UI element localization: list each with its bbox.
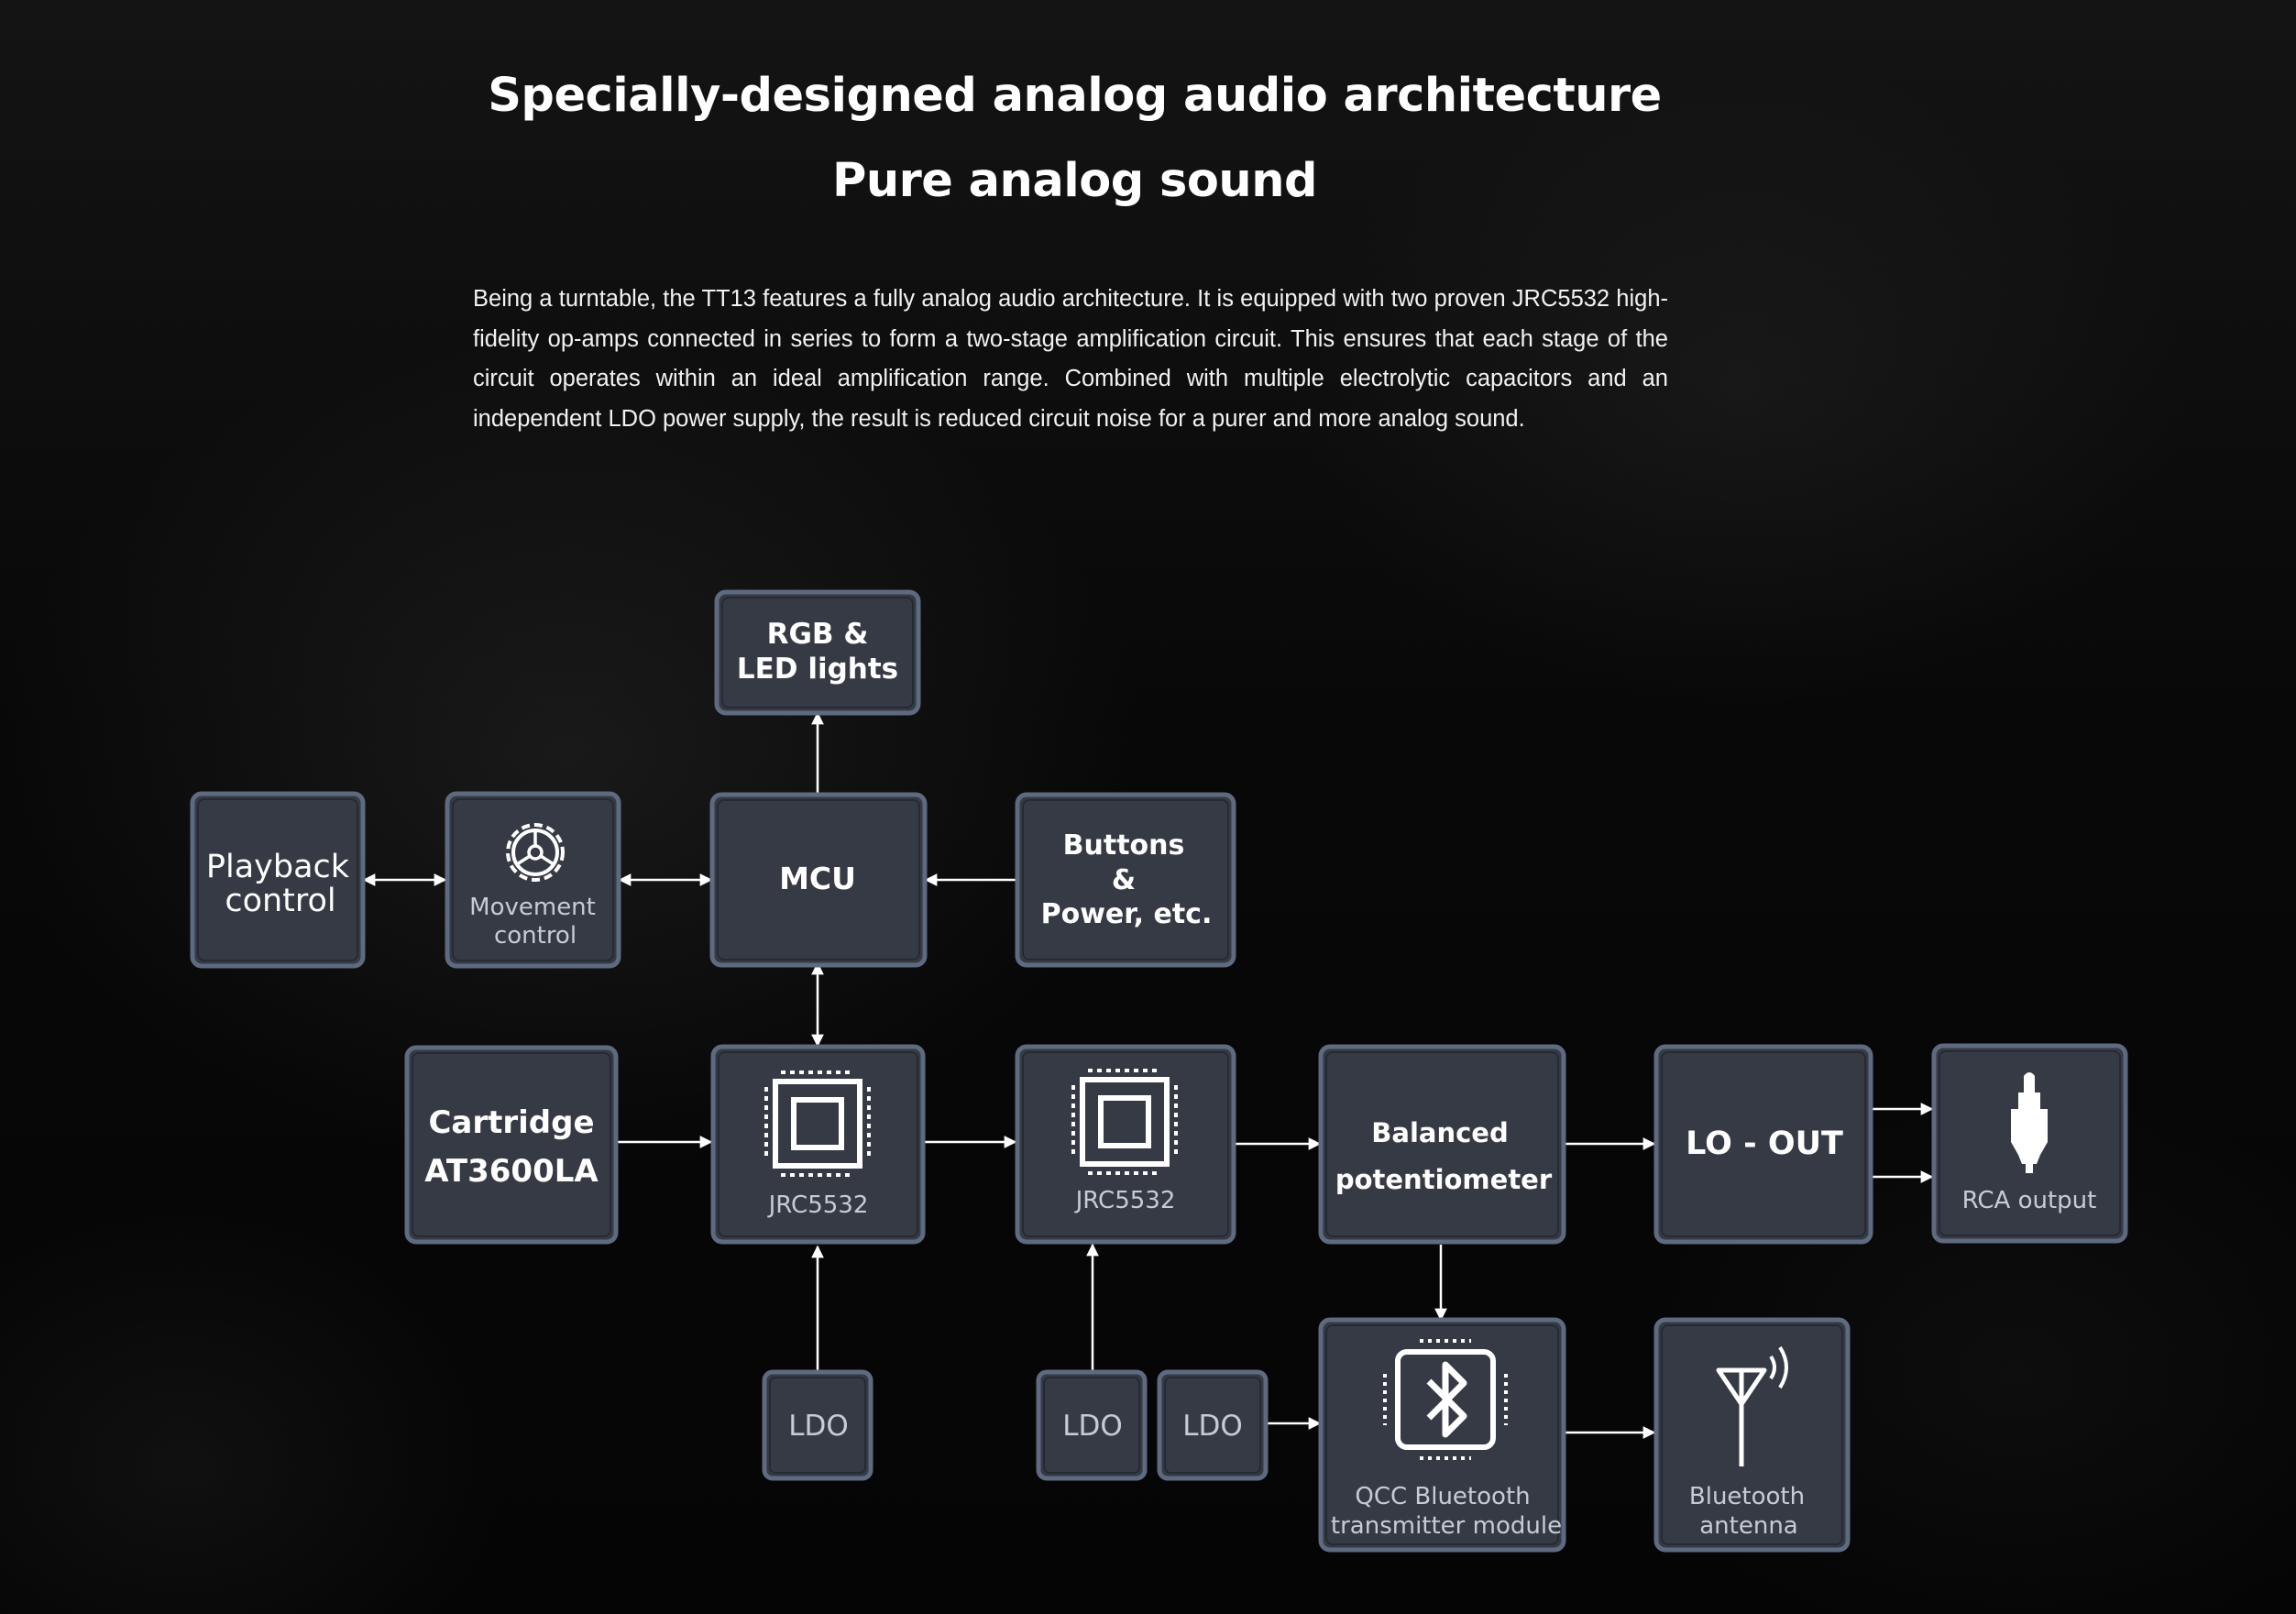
node-qcc-line-2: transmitter module (1331, 1512, 1562, 1540)
node-cartridge-line-2: AT3600LA (424, 1153, 599, 1190)
node-jrc2-label: JRC5532 (1074, 1187, 1176, 1214)
node-buttons-line-3: Power, etc. (1041, 898, 1213, 930)
node-ldo-1: LDO (762, 1369, 873, 1481)
node-rgb-line-1: RGB & (767, 618, 869, 651)
node-playback-control: Playback control (190, 791, 366, 969)
node-bluetooth-antenna: Bluetooth antenna (1653, 1317, 1851, 1553)
node-movement-control: Movement control (445, 791, 621, 969)
node-loout-label: LO - OUT (1686, 1125, 1843, 1162)
node-buttons-line-1: Buttons (1063, 829, 1185, 862)
node-ldo1-label: LDO (788, 1410, 849, 1443)
node-ldo-2: LDO (1036, 1369, 1148, 1481)
node-cartridge-line-1: Cartridge (428, 1104, 594, 1141)
node-buttons-line-2: & (1112, 864, 1136, 896)
node-mcu: MCU (709, 792, 928, 968)
node-playback-line-2: control (225, 883, 335, 919)
node-balanced-line-2: potentiometer (1335, 1164, 1553, 1195)
node-qcc-line-1: QCC Bluetooth (1355, 1483, 1530, 1510)
node-rgb-led-lights: RGB & LED lights (714, 589, 921, 716)
node-jrc5532-stage-1: JRC5532 (710, 1044, 926, 1245)
node-balanced-potentiometer: Balanced potentiometer (1318, 1044, 1566, 1245)
node-mcu-label: MCU (779, 861, 856, 896)
node-movement-line-1: Movement (469, 894, 596, 921)
node-rca-label: RCA output (1962, 1187, 2097, 1214)
architecture-diagram: RGB & LED lights Playback control Moveme… (190, 589, 2128, 1553)
node-antenna-line-2: antenna (1699, 1512, 1798, 1540)
node-jrc5532-stage-2: JRC5532 (1015, 1044, 1236, 1245)
node-ldo-3: LDO (1157, 1369, 1269, 1481)
node-movement-line-2: control (494, 922, 577, 950)
node-jrc1-label: JRC5532 (767, 1191, 869, 1219)
node-playback-line-1: Playback (206, 849, 350, 885)
node-rca-output: RCA output (1931, 1043, 2128, 1244)
node-lo-out: LO - OUT (1653, 1044, 1873, 1245)
node-balanced-line-1: Balanced (1371, 1117, 1508, 1148)
node-ldo3-label: LDO (1182, 1410, 1243, 1443)
node-cartridge: Cartridge AT3600LA (404, 1045, 619, 1245)
node-ldo2-label: LDO (1062, 1410, 1123, 1443)
node-rgb-line-2: LED lights (737, 653, 898, 686)
node-antenna-line-1: Bluetooth (1689, 1483, 1805, 1510)
node-buttons-power: Buttons & Power, etc. (1015, 792, 1236, 968)
node-qcc-bluetooth-module: QCC Bluetooth transmitter module (1318, 1317, 1566, 1553)
